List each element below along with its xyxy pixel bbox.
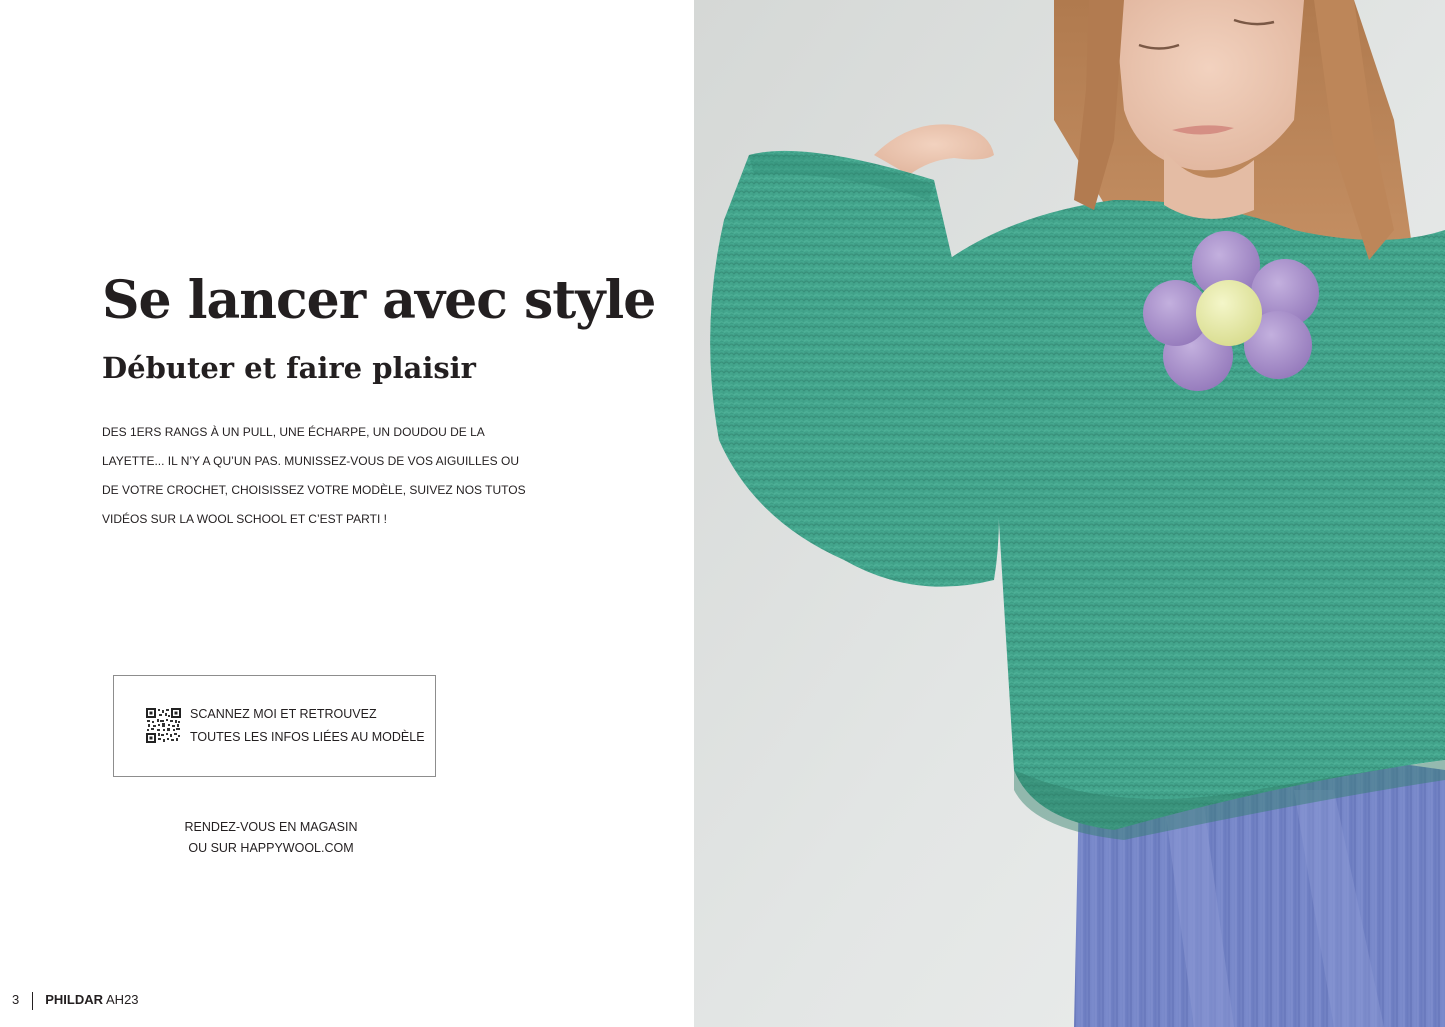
qr-line-1: SCANNEZ MOI ET RETROUVEZ — [190, 707, 377, 721]
footer-divider — [32, 991, 34, 1010]
page-title: Se lancer avec style — [102, 270, 656, 331]
intro-paragraph: DES 1ERS RANGS À UN PULL, UNE ÉCHARPE, U… — [102, 418, 526, 534]
brand-name: PHILDAR — [45, 992, 104, 1007]
intro-line: LAYETTE... IL N’Y A QU’UN PAS. MUNISSEZ-… — [102, 454, 519, 468]
page-number: 3 — [12, 992, 20, 1007]
magazine-spread: Se lancer avec style Débuter et faire pl… — [0, 0, 1445, 1027]
store-line-2: OU SUR HAPPYWOOL.COM — [188, 841, 354, 855]
photo-illustration — [694, 0, 1445, 1027]
store-line-1: RENDEZ-VOUS EN MAGASIN — [184, 820, 358, 834]
page-footer: 3 PHILDAR AH23 — [12, 990, 139, 1010]
page-subtitle: Débuter et faire plaisir — [102, 351, 476, 385]
qr-instructions: SCANNEZ MOI ET RETROUVEZ TOUTES LES INFO… — [190, 703, 425, 749]
intro-line: DES 1ERS RANGS À UN PULL, UNE ÉCHARPE, U… — [102, 425, 485, 439]
season-code: AH23 — [106, 992, 139, 1007]
qr-callout-box: SCANNEZ MOI ET RETROUVEZ TOUTES LES INFO… — [113, 675, 436, 777]
model-photo — [694, 0, 1445, 1027]
qr-line-2: TOUTES LES INFOS LIÉES AU MODÈLE — [190, 730, 425, 744]
qr-code-icon[interactable] — [146, 708, 181, 743]
store-notice: RENDEZ-VOUS EN MAGASIN OU SUR HAPPYWOOL.… — [171, 817, 371, 859]
intro-line: VIDÉOS SUR LA WOOL SCHOOL ET C’EST PARTI… — [102, 512, 387, 526]
intro-line: DE VOTRE CROCHET, CHOISISSEZ VOTRE MODÈL… — [102, 483, 526, 497]
